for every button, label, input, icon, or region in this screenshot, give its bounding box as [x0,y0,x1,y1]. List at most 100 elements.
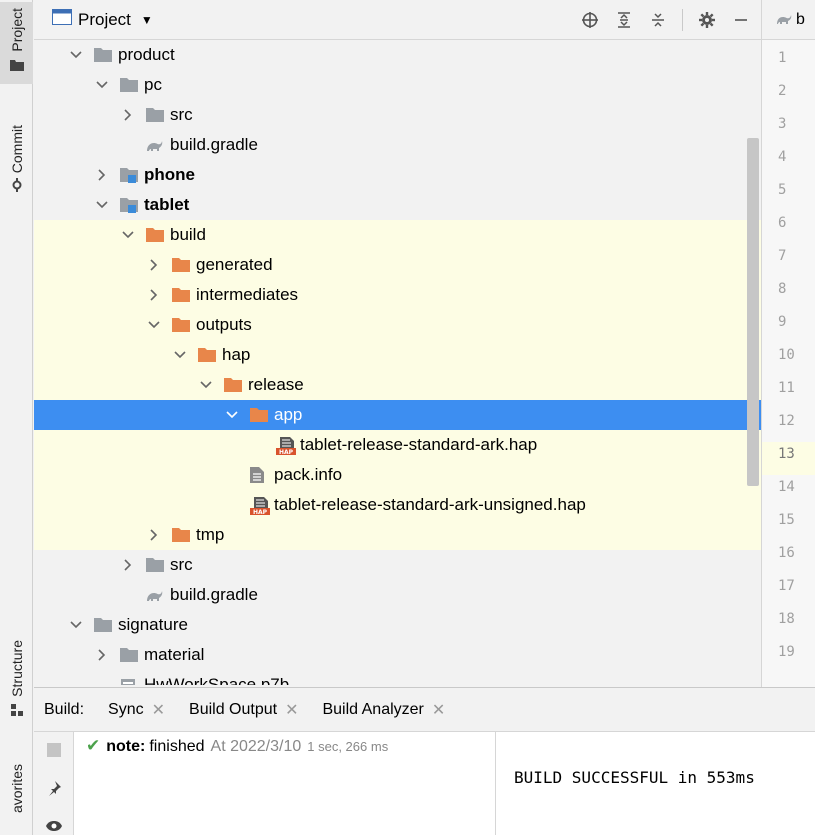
tab-label: Build Output [189,700,278,718]
tree-row[interactable]: outputs [34,310,761,340]
svg-text:HAP: HAP [279,449,294,455]
chevron-down-icon[interactable] [172,347,188,363]
tree-row[interactable]: generated [34,250,761,280]
text-file-icon [250,467,268,483]
chevron-down-icon[interactable] [146,317,162,333]
tree-row-label: tablet [144,195,190,214]
chevron-down-icon[interactable] [224,407,240,423]
tree-row[interactable]: hap [34,340,761,370]
close-icon[interactable]: ✕ [432,700,445,720]
tab-build-analyzer[interactable]: Build Analyzer ✕ [322,700,445,720]
hide-minus-icon[interactable] [731,10,751,30]
editor-tab-label: b [796,10,805,28]
locate-icon[interactable] [580,10,600,30]
tool-tab-favorites[interactable]: avorites [0,764,33,813]
tree-row[interactable]: material [34,640,761,670]
tree-row-label: phone [144,165,195,184]
folder-icon [198,347,216,363]
tree-row[interactable]: src [34,100,761,130]
settings-gear-icon[interactable] [697,10,717,30]
tree-row[interactable]: src [34,550,761,580]
tool-tab-label: Structure [8,640,25,697]
tree-row[interactable]: intermediates [34,280,761,310]
line-number: 5 [778,182,787,198]
chevron-right-icon[interactable] [94,647,110,663]
stop-icon[interactable] [44,740,64,760]
tree-row-label: HwWorkSpace.p7b [144,675,290,685]
chevron-right-icon[interactable] [146,257,162,273]
tree-row[interactable]: tmp [34,520,761,550]
line-number: 3 [778,116,787,132]
tree-row-label: build [170,225,206,244]
line-number: 15 [778,512,795,528]
line-number: 7 [778,248,787,264]
tree-row[interactable]: release [34,370,761,400]
close-icon[interactable]: ✕ [285,700,298,720]
tab-sync[interactable]: Sync ✕ [108,700,165,720]
tool-tab-commit[interactable]: Commit [0,125,33,197]
sync-result-row[interactable]: ✔ note: finished At 2022/3/10 1 sec, 266… [86,736,388,756]
folder-icon [172,527,190,543]
line-number: 8 [778,281,787,297]
tree-row[interactable]: phone [34,160,761,190]
chevron-right-icon[interactable] [120,107,136,123]
chevron-right-icon[interactable] [94,167,110,183]
line-number: 14 [778,479,795,495]
tree-row[interactable]: pack.info [34,460,761,490]
expand-all-icon[interactable] [614,10,634,30]
line-number: 18 [778,611,795,627]
tree-row-label: material [144,645,205,664]
project-view-selector[interactable]: Project ▼ [52,9,153,30]
project-view-title: Project [78,9,131,29]
chevron-right-icon[interactable] [120,557,136,573]
chevron-down-icon[interactable] [68,617,84,633]
chevron-right-icon[interactable] [146,527,162,543]
chevron-down-icon[interactable] [94,197,110,213]
tree-row[interactable]: HAP tablet-release-standard-ark-unsigned.… [34,490,761,520]
chevron-down-icon[interactable] [68,47,84,63]
commit-icon [10,177,24,197]
tool-tab-structure[interactable]: Structure [0,640,33,721]
tree-row[interactable]: build [34,220,761,250]
editor-tab[interactable]: b [762,0,815,40]
tree-row[interactable]: tablet [34,190,761,220]
checkmark-icon: ✔ [86,736,101,755]
eye-icon[interactable] [44,816,64,835]
tree-row[interactable]: app [34,400,761,430]
chevron-down-icon[interactable] [198,377,214,393]
pin-icon[interactable] [44,778,64,798]
tree-row-label: release [248,375,304,394]
tree-row[interactable]: product [34,40,761,70]
tree-row-label: tablet-release-standard-ark-unsigned.hap [274,495,586,514]
sync-duration: 1 sec, 266 ms [307,739,389,754]
tree-row[interactable]: build.gradle [34,580,761,610]
tab-label: Build Analyzer [322,700,424,718]
line-number: 16 [778,545,795,561]
tool-tab-project[interactable]: Project [0,2,33,84]
tab-build-output[interactable]: Build Output ✕ [189,700,298,720]
sync-results-tree: ✔ note: finished At 2022/3/10 1 sec, 266… [74,732,496,835]
tree-row[interactable]: HwWorkSpace.p7b [34,670,761,685]
tree-scrollbar-thumb[interactable] [747,138,759,486]
tree-row-label: intermediates [196,285,299,304]
collapse-all-icon[interactable] [648,10,668,30]
line-number: 10 [778,347,795,363]
tool-tab-label: Commit [8,125,25,174]
hap-file-icon: HAP [276,437,296,456]
tree-row-label: src [170,555,193,574]
editor-gutter: b 1 2 3 4 5 6 7 8 9 10 11 12 13 14 15 16 17 18 19 [761,0,815,687]
module-folder-icon [120,167,138,183]
project-panel-header: Project ▼ [34,0,761,40]
chevron-down-icon[interactable] [94,77,110,93]
tree-row[interactable]: pc [34,70,761,100]
tree-row-label: tablet-release-standard-ark.hap [300,435,538,454]
line-number: 4 [778,149,787,165]
sync-note-label: note: [106,738,146,755]
tree-row[interactable]: HAP tablet-release-standard-ark.hap [34,430,761,460]
close-icon[interactable]: ✕ [152,700,165,720]
chevron-down-icon[interactable] [120,227,136,243]
tree-row[interactable]: build.gradle [34,130,761,160]
tree-row[interactable]: signature [34,610,761,640]
chevron-right-icon[interactable] [146,287,162,303]
